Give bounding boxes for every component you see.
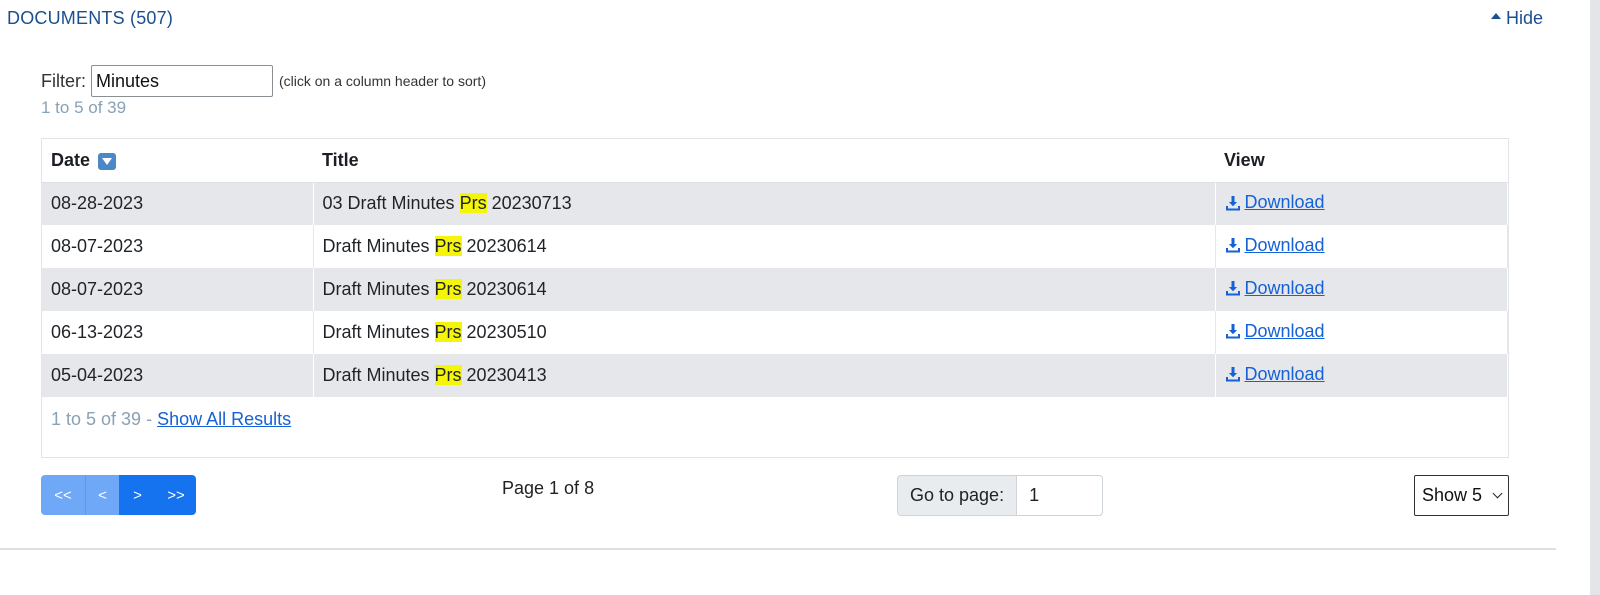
- documents-table: Date Title View 08-28-2023 03 Draft Minu…: [41, 138, 1509, 458]
- date-header-label: Date: [51, 149, 91, 170]
- date-cell: 08-07-2023: [42, 225, 314, 268]
- goto-page-label: Go to page:: [897, 475, 1018, 516]
- search-highlight: Prs: [434, 322, 462, 342]
- download-label: Download: [1244, 192, 1325, 212]
- table-footer: 1 to 5 of 39 - Show All Results: [42, 397, 1508, 457]
- filter-label: Filter:: [41, 70, 86, 91]
- section-divider: [0, 548, 1556, 550]
- download-link[interactable]: Download: [1225, 192, 1325, 213]
- table-row: 08-28-2023 03 Draft Minutes Prs 20230713…: [42, 182, 1508, 225]
- table-row: 06-13-2023 Draft Minutes Prs 20230510 Do…: [42, 311, 1508, 354]
- next-page-button[interactable]: >: [119, 475, 156, 515]
- title-text: 20230614: [461, 279, 547, 299]
- hide-label: Hide: [1505, 8, 1543, 28]
- view-cell: Download: [1215, 268, 1508, 311]
- view-cell: Download: [1215, 225, 1508, 268]
- title-cell: 03 Draft Minutes Prs 20230713: [313, 182, 1216, 225]
- title-text: Draft Minutes: [322, 322, 435, 342]
- view-cell: Download: [1215, 182, 1508, 225]
- goto-page-input[interactable]: [1017, 475, 1104, 516]
- date-column-header[interactable]: Date: [42, 139, 313, 183]
- title-text: Draft Minutes: [322, 365, 435, 385]
- goto-page-group: Go to page:: [897, 475, 1104, 516]
- page-size-select[interactable]: Show 5: [1414, 475, 1509, 516]
- title-cell: Draft Minutes Prs 20230614: [313, 225, 1216, 268]
- search-highlight: Prs: [434, 365, 462, 385]
- search-highlight: Prs: [434, 236, 462, 256]
- hide-toggle[interactable]: Hide: [1490, 8, 1543, 29]
- download-link[interactable]: Download: [1225, 235, 1325, 256]
- result-count: 1 to 5 of 39: [41, 98, 127, 117]
- last-page-button[interactable]: >>: [156, 475, 196, 515]
- download-icon: [1225, 195, 1240, 210]
- view-cell: Download: [1215, 354, 1508, 397]
- caret-up-icon: [1490, 12, 1501, 19]
- table-row: 08-07-2023 Draft Minutes Prs 20230614 Do…: [42, 225, 1508, 268]
- download-link[interactable]: Download: [1225, 321, 1325, 342]
- view-cell: Download: [1215, 311, 1508, 354]
- title-cell: Draft Minutes Prs 20230413: [313, 354, 1216, 397]
- table-header-row: Date Title View: [42, 139, 1508, 183]
- show-all-results-link[interactable]: Show All Results: [157, 409, 291, 429]
- search-highlight: Prs: [459, 193, 487, 214]
- download-link[interactable]: Download: [1225, 278, 1325, 299]
- table-row: 08-07-2023 Draft Minutes Prs 20230614 Do…: [42, 268, 1508, 311]
- title-text: 20230614: [461, 236, 547, 256]
- date-cell: 08-07-2023: [42, 268, 314, 311]
- filter-row: Filter: (click on a column header to sor…: [41, 65, 486, 97]
- title-text: 20230413: [461, 365, 547, 385]
- sort-hint: (click on a column header to sort): [279, 73, 486, 89]
- download-link[interactable]: Download: [1225, 364, 1325, 385]
- view-header-label: View: [1224, 149, 1265, 170]
- title-text: Draft Minutes: [322, 279, 435, 299]
- title-text: 20230713: [486, 193, 572, 214]
- title-text: 03 Draft Minutes: [322, 193, 460, 214]
- download-label: Download: [1244, 320, 1325, 341]
- pagination-buttons: << < > >>: [41, 475, 196, 515]
- title-column-header[interactable]: Title: [313, 139, 1215, 183]
- page-size-value: Show 5: [1422, 485, 1483, 505]
- previous-page-button[interactable]: <: [85, 475, 119, 515]
- download-label: Download: [1244, 277, 1325, 298]
- date-cell: 06-13-2023: [42, 311, 314, 354]
- title-text: Draft Minutes: [322, 236, 435, 256]
- download-label: Download: [1244, 363, 1325, 384]
- download-icon: [1225, 324, 1240, 339]
- page-indicator: Page 1 of 8: [502, 478, 595, 498]
- table-footer-row: 1 to 5 of 39 - Show All Results: [42, 397, 1508, 457]
- date-cell: 05-04-2023: [42, 354, 314, 397]
- first-page-button[interactable]: <<: [41, 475, 85, 515]
- download-label: Download: [1244, 234, 1325, 255]
- download-icon: [1225, 281, 1240, 296]
- chevron-down-icon: [1492, 488, 1503, 499]
- view-column-header[interactable]: View: [1215, 139, 1508, 183]
- footer-result-count: 1 to 5 of 39 -: [51, 408, 158, 429]
- title-cell: Draft Minutes Prs 20230614: [313, 268, 1216, 311]
- page-edge: [1590, 0, 1600, 595]
- table-row: 05-04-2023 Draft Minutes Prs 20230413 Do…: [42, 354, 1508, 397]
- filter-input[interactable]: [91, 65, 273, 97]
- search-highlight: Prs: [434, 279, 462, 299]
- download-icon: [1225, 238, 1240, 253]
- title-text: 20230510: [461, 322, 547, 342]
- title-cell: Draft Minutes Prs 20230510: [313, 311, 1216, 354]
- download-icon: [1225, 367, 1240, 382]
- sort-desc-icon[interactable]: [98, 152, 117, 170]
- documents-section-title: DOCUMENTS (507): [7, 8, 174, 28]
- date-cell: 08-28-2023: [42, 182, 314, 225]
- title-header-label: Title: [322, 149, 359, 170]
